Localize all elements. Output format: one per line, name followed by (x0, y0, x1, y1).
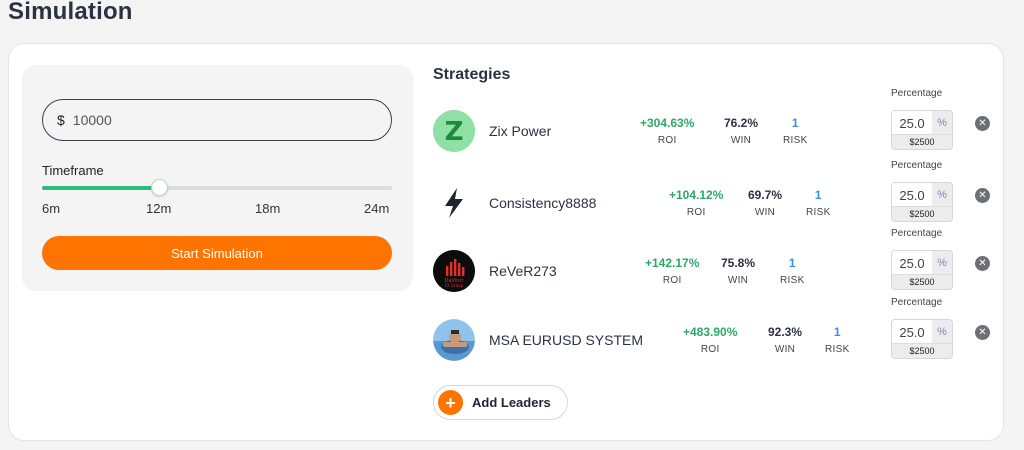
strategy-row: MSA EURUSD SYSTEM +483.90% ROI 92.3% WIN 1… (433, 297, 993, 379)
risk-stat: 1 RISK (806, 188, 831, 218)
roi-stat: +142.17% ROI (645, 256, 700, 286)
percentage-input[interactable]: 25.0 (892, 251, 932, 275)
amount-input[interactable]: $ 10000 (42, 99, 392, 141)
remove-strategy-button[interactable]: ✕ (975, 325, 990, 340)
strategy-name[interactable]: MSA EURUSD SYSTEM (489, 332, 643, 348)
strategy-name[interactable]: Zix Power (489, 123, 551, 139)
strategies-title: Strategies (433, 66, 511, 83)
percentage-input[interactable]: 25.0 (892, 111, 932, 135)
remove-strategy-button[interactable]: ✕ (975, 256, 990, 271)
start-simulation-button[interactable]: Start Simulation (42, 236, 392, 270)
percentage-field: 25.0 % $2500 (891, 182, 953, 222)
allocation-amount: $2500 (892, 134, 952, 149)
percent-sign: % (932, 183, 952, 207)
page-title: Simulation (8, 0, 133, 25)
timeframe-label: Timeframe (42, 163, 104, 178)
percentage-input[interactable]: 25.0 (892, 320, 932, 344)
risk-stat: 1 RISK (783, 116, 808, 146)
win-stat: 69.7% WIN (748, 188, 783, 218)
percentage-label: Percentage (891, 297, 943, 308)
amount-value: 10000 (72, 112, 112, 128)
timeframe-slider[interactable] (42, 179, 392, 196)
tick-12m[interactable]: 12m (146, 201, 171, 216)
svg-text:Z: Z (445, 117, 464, 147)
timeframe-slider-thumb[interactable] (150, 179, 168, 196)
remove-strategy-button[interactable]: ✕ (975, 188, 990, 203)
allocation-amount: $2500 (892, 343, 952, 358)
tick-18m[interactable]: 18m (255, 201, 280, 216)
plus-icon: + (438, 390, 463, 415)
timeframe-ticks: 6m 12m 18m 24m (42, 201, 392, 217)
risk-stat: 1 RISK (780, 256, 805, 286)
zix-logo-icon: Z (433, 110, 475, 152)
strategy-name[interactable]: ReVeR273 (489, 263, 557, 279)
win-stat: 75.8% WIN (721, 256, 756, 286)
lightning-icon (433, 182, 475, 224)
percent-sign: % (932, 320, 952, 344)
add-leaders-button[interactable]: + Add Leaders (433, 385, 568, 420)
davinci-fx-logo-icon: DaVinci FX Group (433, 250, 475, 292)
remove-strategy-button[interactable]: ✕ (975, 116, 990, 131)
tick-6m[interactable]: 6m (42, 201, 60, 216)
timeframe-slider-fill (42, 186, 159, 190)
roi-stat: +304.63% ROI (640, 116, 695, 146)
currency-symbol: $ (57, 112, 65, 128)
percentage-field: 25.0 % $2500 (891, 110, 953, 150)
percentage-field: 25.0 % $2500 (891, 250, 953, 290)
add-leaders-label: Add Leaders (472, 395, 551, 410)
percentage-label: Percentage (891, 88, 943, 99)
allocation-amount: $2500 (892, 206, 952, 221)
roi-stat: +483.90% ROI (683, 325, 738, 355)
user-photo-avatar (433, 319, 475, 361)
tick-24m[interactable]: 24m (364, 201, 389, 216)
roi-stat: +104.12% ROI (669, 188, 724, 218)
percentage-field: 25.0 % $2500 (891, 319, 953, 359)
percent-sign: % (932, 111, 952, 135)
percentage-label: Percentage (891, 228, 943, 239)
simulation-panel: $ 10000 Timeframe 6m 12m 18m 24m Start S… (22, 65, 413, 291)
win-stat: 92.3% WIN (768, 325, 803, 355)
svg-text:FX Group: FX Group (445, 283, 464, 288)
percentage-label: Percentage (891, 160, 943, 171)
percentage-input[interactable]: 25.0 (892, 183, 932, 207)
risk-stat: 1 RISK (825, 325, 850, 355)
allocation-amount: $2500 (892, 274, 952, 289)
strategy-name[interactable]: Consistency8888 (489, 195, 596, 211)
win-stat: 76.2% WIN (724, 116, 759, 146)
percent-sign: % (932, 251, 952, 275)
